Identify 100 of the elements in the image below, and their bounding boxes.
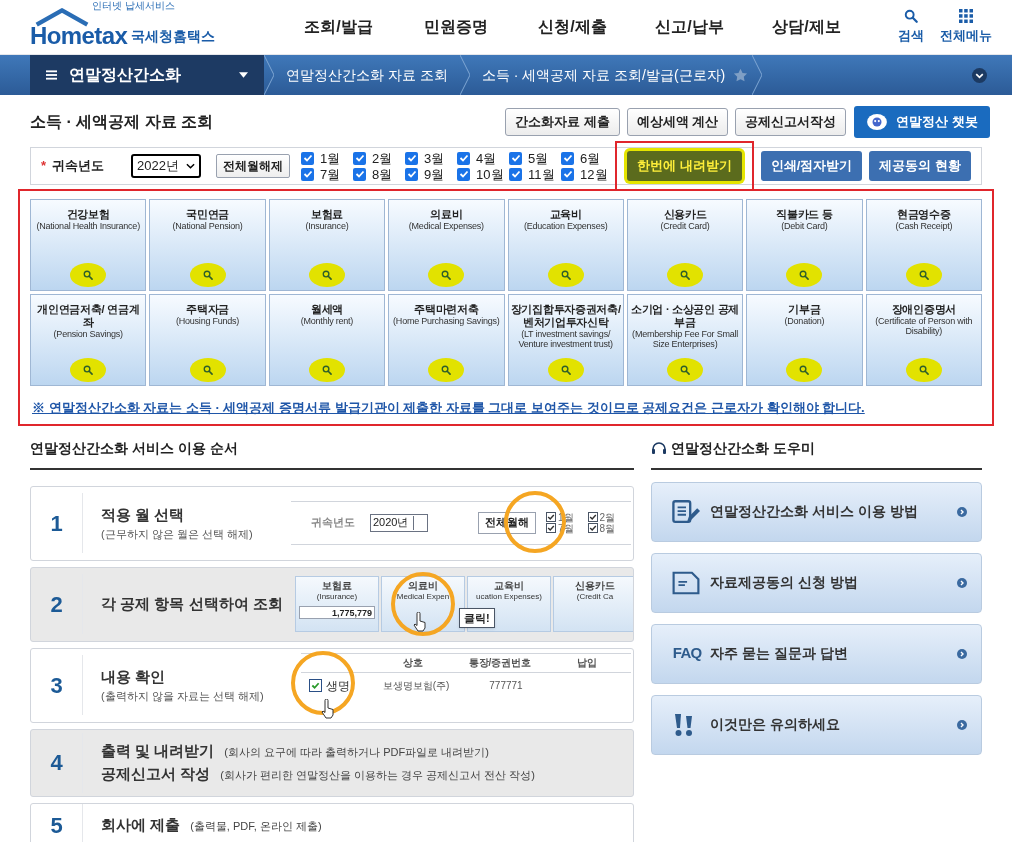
tile-subtitle: (Debit Card) bbox=[781, 221, 828, 231]
hand-cursor-icon bbox=[413, 611, 427, 632]
category-tile[interactable]: 의료비 (Medical Expenses) bbox=[388, 199, 505, 291]
step-note: (출력하지 않을 자료는 선택 해제) bbox=[101, 689, 264, 704]
hand-cursor-icon bbox=[321, 698, 335, 719]
month-checkbox[interactable] bbox=[301, 151, 315, 165]
consent-status-button[interactable]: 제공동의 현황 bbox=[869, 151, 971, 181]
category-tile[interactable]: 개인연금저축/ 연금계좌 (Pension Savings) bbox=[30, 294, 147, 386]
logo-wordmark[interactable]: Hometax bbox=[30, 23, 128, 49]
print-button[interactable]: 인쇄/점자받기 bbox=[760, 151, 863, 181]
month-checkbox[interactable] bbox=[509, 151, 523, 165]
tile-subtitle: (LT investment savings/ Venture investment trust) bbox=[517, 329, 614, 349]
logo-name[interactable]: 국세청홈택스 bbox=[131, 26, 216, 47]
category-tile[interactable]: 기부금 (Donation) bbox=[746, 294, 863, 386]
highlight-mark bbox=[786, 263, 823, 287]
clear-months-button[interactable]: 전체월해제 bbox=[216, 154, 291, 178]
month-checkbox[interactable] bbox=[353, 167, 367, 181]
step-title: 회사에 제출 bbox=[101, 815, 181, 836]
month-label: 3월 bbox=[424, 151, 445, 165]
step-number: 1 bbox=[50, 509, 63, 538]
star-icon[interactable] bbox=[733, 67, 749, 83]
search-icon bbox=[83, 270, 94, 280]
month-checkbox[interactable] bbox=[561, 151, 575, 165]
menu-item[interactable]: 신고/납부 bbox=[631, 15, 748, 39]
section-title: 연말정산간소화 도우미 bbox=[671, 438, 815, 458]
category-tile[interactable]: 건강보험 (National Health Insurance) bbox=[30, 199, 147, 291]
breadcrumb-link[interactable]: 소득 · 세액공제 자료 조회/발급(근로자) bbox=[469, 64, 738, 86]
help-link-button[interactable]: 이것만은 유의하세요 bbox=[651, 694, 982, 755]
expand-icon[interactable] bbox=[972, 67, 987, 83]
category-tile[interactable]: 신용카드 (Credit Card) bbox=[626, 199, 744, 291]
month-checkbox[interactable] bbox=[301, 167, 315, 181]
year-select[interactable]: 2022년 bbox=[131, 154, 202, 178]
tile-subtitle: (Donation) bbox=[784, 316, 825, 326]
preview-tile-subtitle: Medical Expen bbox=[396, 591, 450, 602]
breadcrumb-link[interactable]: 연말정산간소화 자료 조회 bbox=[274, 64, 460, 86]
search-icon bbox=[202, 270, 213, 280]
search-icon bbox=[321, 270, 332, 280]
preview-cell-text: 보생명보험(주) bbox=[381, 679, 451, 693]
document-pen-icon bbox=[672, 498, 701, 525]
preview-month: 8월 bbox=[599, 522, 616, 534]
category-tile[interactable]: 장기집합투자증권저축/ 벤처기업투자신탁 (LT investment savings/ Venture investment trust) bbox=[507, 294, 624, 386]
tile-title: 신용카드 bbox=[663, 208, 707, 221]
step-number: 3 bbox=[50, 671, 63, 700]
category-tile[interactable]: 현금영수증 (Cash Receipt) bbox=[865, 199, 982, 291]
menu-item[interactable]: 민원증명 bbox=[397, 15, 514, 39]
category-tile[interactable]: 월세액 (Monthly rent) bbox=[268, 294, 386, 386]
help-link-button[interactable]: FAQ 자주 묻는 질문과 답변 bbox=[651, 623, 982, 684]
highlight-mark bbox=[905, 358, 942, 382]
month-label: 7월 bbox=[320, 167, 341, 181]
highlight-mark bbox=[428, 263, 465, 287]
month-checkbox[interactable] bbox=[405, 151, 419, 165]
arrow-icon bbox=[957, 719, 967, 730]
search-button[interactable]: 검색 bbox=[898, 8, 924, 46]
month-checkbox[interactable] bbox=[353, 151, 367, 165]
category-tile[interactable]: 직불카드 등 (Debit Card) bbox=[746, 199, 863, 291]
menu-item[interactable]: 상담/제보 bbox=[748, 15, 865, 39]
category-tile[interactable]: 주택자금 (Housing Funds) bbox=[149, 294, 266, 386]
step-note: (출력물, PDF, 온라인 제출) bbox=[190, 819, 322, 835]
search-icon bbox=[680, 270, 691, 280]
step-note: (회사가 편리한 연말정산을 이용하는 경우 공제신고서 전산 작성) bbox=[220, 767, 535, 783]
action-button[interactable]: 공제신고서작성 bbox=[735, 108, 847, 136]
search-icon bbox=[560, 270, 571, 280]
month-checkbox[interactable] bbox=[561, 167, 575, 181]
download-all-button[interactable]: 한번에 내려받기 bbox=[627, 151, 742, 181]
highlight-mark bbox=[70, 263, 107, 287]
menu-item[interactable]: 조회/발급 bbox=[280, 15, 397, 39]
category-tile[interactable]: 보험료 (Insurance) bbox=[268, 199, 386, 291]
required-mark: * bbox=[41, 157, 47, 176]
help-link-button[interactable]: 연말정산간소화 서비스 이용 방법 bbox=[651, 481, 982, 542]
preview-column-header: 통장/증권번호 bbox=[467, 656, 533, 670]
month-label: 1월 bbox=[320, 151, 341, 165]
chatbot-button[interactable]: 연말정산 챗봇 bbox=[854, 106, 990, 138]
preview-month: 2월 bbox=[599, 511, 616, 523]
category-tile[interactable]: 장애인증명서 (Certificate of Person with Disability) bbox=[865, 294, 982, 386]
month-checkbox[interactable] bbox=[457, 151, 471, 165]
category-tile[interactable]: 소기업 · 소상공인 공제부금 (Membership Fee For Small Size Enterprises) bbox=[626, 294, 744, 386]
search-icon bbox=[321, 365, 332, 375]
preview-tile-title: 보험료 bbox=[322, 579, 352, 592]
headset-icon bbox=[651, 441, 668, 455]
step-number: 2 bbox=[50, 590, 63, 619]
action-button[interactable]: 예상세액 계산 bbox=[626, 108, 729, 136]
caret-icon bbox=[186, 163, 196, 169]
category-tile[interactable]: 주택마련저축 (Home Purchasing Savings) bbox=[388, 294, 505, 386]
category-tile[interactable]: 교육비 (Education Expenses) bbox=[507, 199, 624, 291]
action-button[interactable]: 간소화자료 제출 bbox=[505, 108, 620, 136]
highlight-mark bbox=[547, 358, 584, 382]
all-menu-button[interactable]: 전체메뉴 bbox=[940, 8, 992, 46]
section-title: 연말정산간소화 서비스 이용 순서 bbox=[30, 437, 635, 470]
preview-column-header: 납입 bbox=[576, 656, 599, 670]
arrow-icon bbox=[957, 506, 967, 517]
menu-item[interactable]: 신청/제출 bbox=[514, 15, 631, 39]
help-link-button[interactable]: 자료제공동의 신청 방법 bbox=[651, 552, 982, 613]
tile-title: 보험료 bbox=[310, 208, 344, 221]
notice-link[interactable]: ※ 연말정산간소화 자료는 소득 · 세액공제 증명서류 발급기관이 제출한 자료를 그대로 보여주는 것이므로 공제요건은 근로자가 확인해야 합니다. bbox=[32, 398, 982, 418]
category-tile[interactable]: 국민연금 (National Pension) bbox=[149, 199, 266, 291]
section-menu-dropdown[interactable]: 연말정산간소화 bbox=[30, 55, 264, 95]
month-checkbox[interactable] bbox=[405, 167, 419, 181]
step-title: 출력 및 내려받기 bbox=[101, 741, 215, 761]
month-checkbox[interactable] bbox=[509, 167, 523, 181]
month-checkbox[interactable] bbox=[457, 167, 471, 181]
